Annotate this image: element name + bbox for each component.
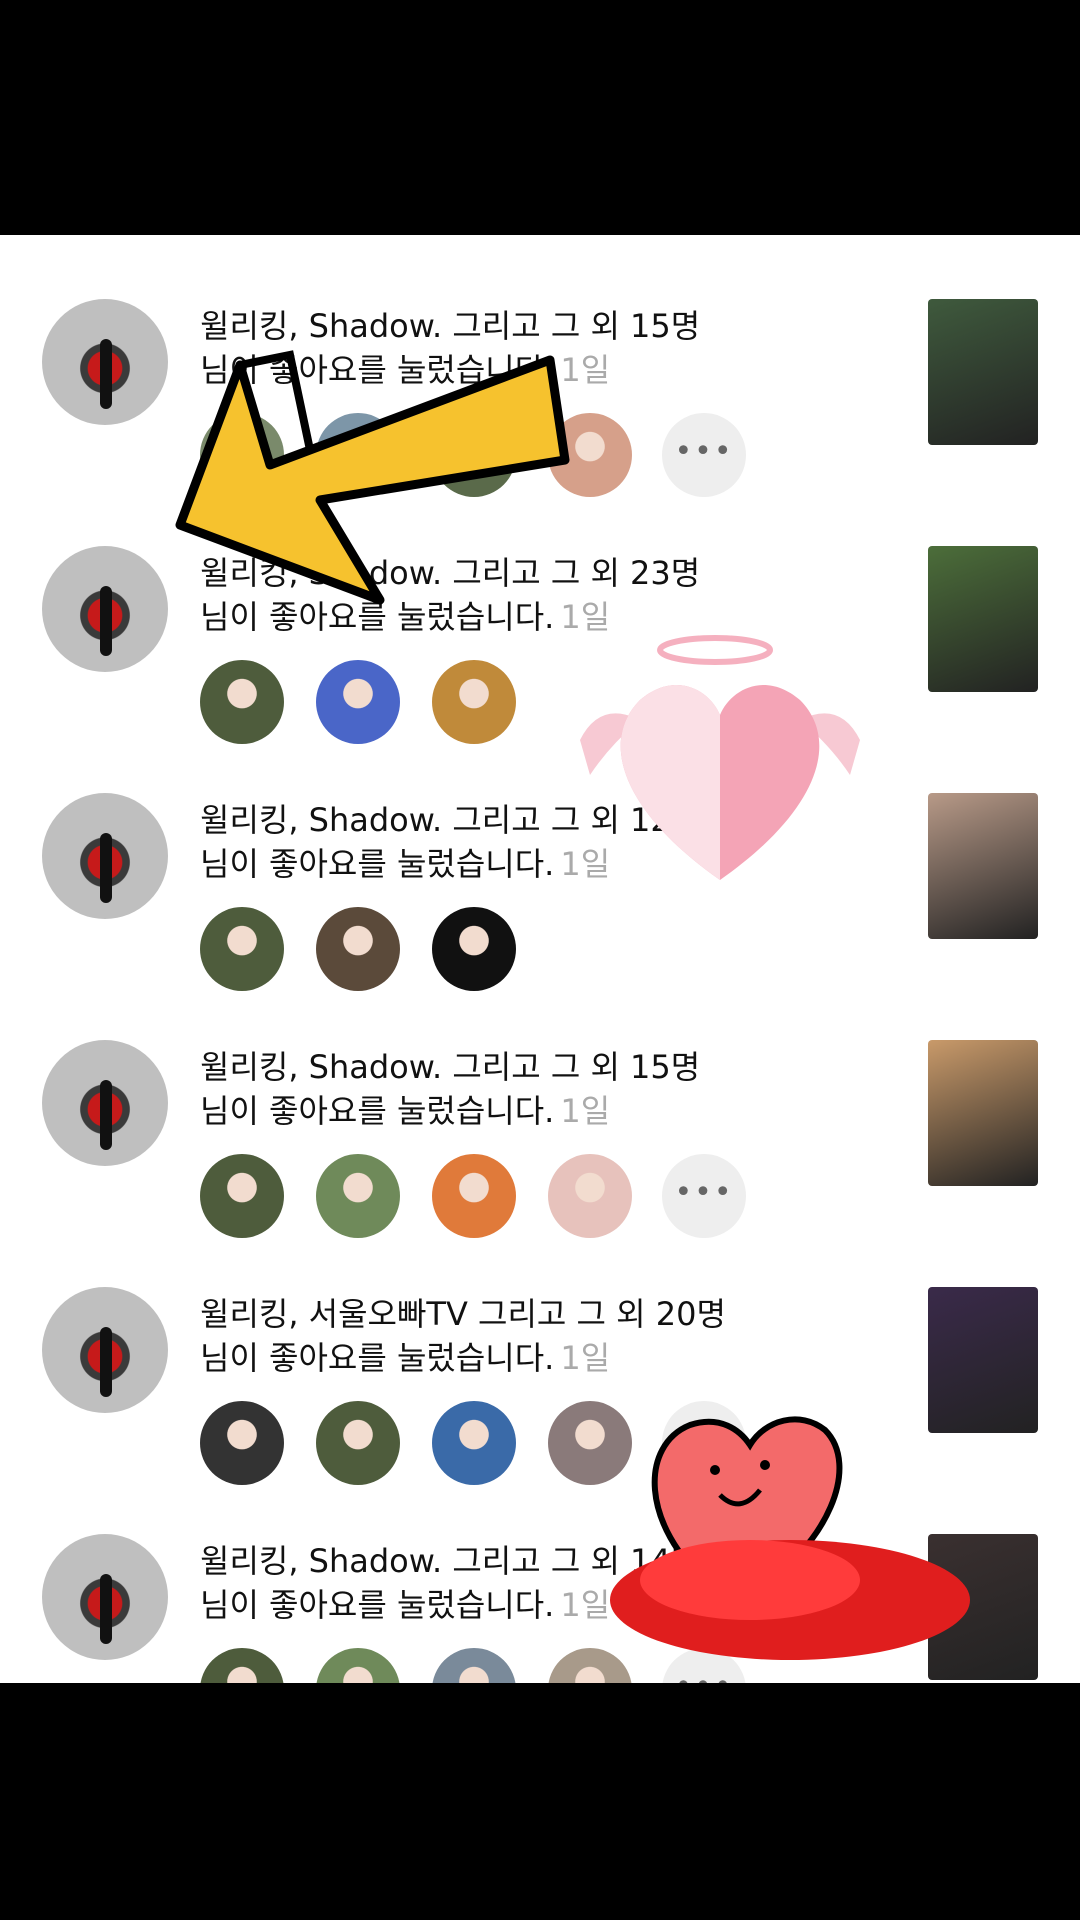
arrow-sticker <box>175 350 570 605</box>
liker-avatar[interactable] <box>432 1648 516 1683</box>
user-avatar[interactable] <box>42 1287 168 1413</box>
liker-avatar[interactable] <box>316 1154 400 1238</box>
notification-title: 윌리킹, Shadow. 그리고 그 외 15명 <box>200 307 701 345</box>
notification-subtitle: 님이 좋아요를 눌렀습니다. 1일 <box>200 1333 610 1379</box>
more-likers-button[interactable]: ••• <box>662 1154 746 1238</box>
subtitle-text: 님이 좋아요를 눌렀습니다. <box>200 1339 555 1377</box>
notification-subtitle: 님이 좋아요를 눌렀습니다. 1일 <box>200 839 610 885</box>
user-avatar[interactable] <box>42 299 168 425</box>
liker-avatar[interactable] <box>548 1154 632 1238</box>
video-thumbnail[interactable] <box>928 793 1038 939</box>
liker-avatar[interactable] <box>200 907 284 991</box>
user-avatar[interactable] <box>42 1040 168 1166</box>
liker-avatar[interactable] <box>200 1648 284 1683</box>
notification-time: 1일 <box>560 1092 611 1130</box>
subtitle-text: 님이 좋아요를 눌렀습니다. <box>200 845 555 883</box>
liker-avatar[interactable] <box>432 1401 516 1485</box>
notification-subtitle: 님이 좋아요를 눌렀습니다. 1일 <box>200 1086 610 1132</box>
user-avatar[interactable] <box>42 1534 168 1660</box>
liker-avatar[interactable] <box>316 907 400 991</box>
liker-avatar[interactable] <box>432 660 516 744</box>
liker-avatar[interactable] <box>316 1401 400 1485</box>
subtitle-text: 님이 좋아요를 눌렀습니다. <box>200 1092 555 1130</box>
liker-avatar[interactable] <box>432 907 516 991</box>
subtitle-text: 님이 좋아요를 눌렀습니다. <box>200 1586 555 1624</box>
liker-avatar[interactable] <box>200 660 284 744</box>
angel-heart-sticker <box>580 635 860 880</box>
notification-time: 1일 <box>560 1339 611 1377</box>
liker-avatar[interactable] <box>316 1648 400 1683</box>
liker-avatar[interactable] <box>432 1154 516 1238</box>
more-likers-button[interactable]: ••• <box>662 413 746 497</box>
video-thumbnail[interactable] <box>928 546 1038 692</box>
video-thumbnail[interactable] <box>928 299 1038 445</box>
smiling-heart-sticker <box>610 1416 970 1660</box>
video-thumbnail[interactable] <box>928 1040 1038 1186</box>
liker-avatar[interactable] <box>316 660 400 744</box>
notification-item[interactable]: 윌리킹, Shadow. 그리고 그 외 12명 님이 좋아요를 눌렀습니다. 1일 <box>0 761 1080 1008</box>
user-avatar[interactable] <box>42 546 168 672</box>
notification-title: 윌리킹, Shadow. 그리고 그 외 15명 <box>200 1048 701 1086</box>
liker-avatar[interactable] <box>200 1401 284 1485</box>
liker-avatar[interactable] <box>200 1154 284 1238</box>
user-avatar[interactable] <box>42 793 168 919</box>
notification-subtitle: 님이 좋아요를 눌렀습니다. 1일 <box>200 1580 610 1626</box>
notification-title: 윌리킹, 서울오빠TV 그리고 그 외 20명 <box>200 1295 726 1333</box>
notification-item[interactable]: 윌리킹, Shadow. 그리고 그 외 15명 님이 좋아요를 눌렀습니다. 1일… <box>0 1008 1080 1255</box>
